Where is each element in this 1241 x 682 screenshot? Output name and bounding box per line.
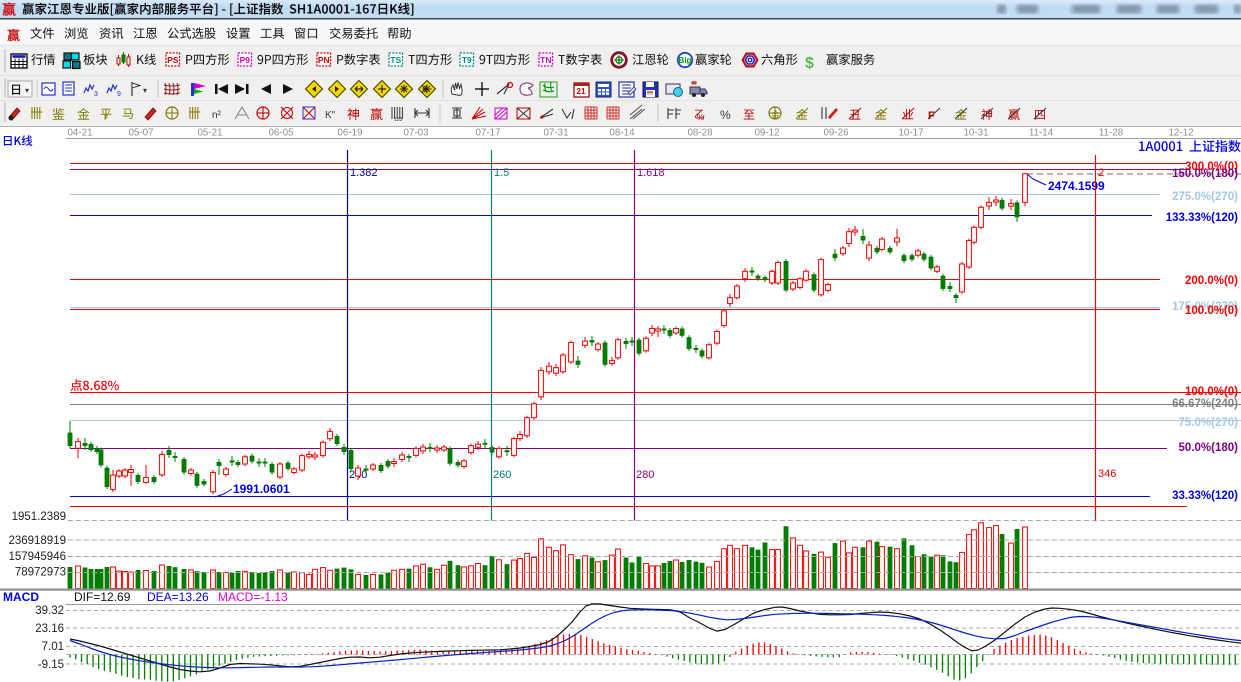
svg-text:Big: Big bbox=[679, 56, 692, 65]
svg-text:%: % bbox=[720, 108, 731, 122]
svg-text:150.0%(180): 150.0%(180) bbox=[1172, 168, 1238, 180]
svg-text:T9: T9 bbox=[462, 55, 472, 65]
svg-text:75.0%(270): 75.0%(270) bbox=[1179, 417, 1239, 429]
svg-text:236918919: 236918919 bbox=[8, 535, 66, 547]
svg-text:09-26: 09-26 bbox=[823, 128, 849, 139]
svg-text:TN: TN bbox=[540, 55, 551, 65]
svg-text:$: $ bbox=[805, 55, 814, 72]
svg-text:K": K" bbox=[325, 110, 336, 121]
svg-text:7.01: 7.01 bbox=[42, 641, 64, 653]
svg-text:100.0%(0): 100.0%(0) bbox=[1185, 305, 1238, 317]
svg-text:10-17: 10-17 bbox=[898, 128, 923, 139]
svg-text:07-03: 07-03 bbox=[403, 128, 429, 139]
svg-text:23.16: 23.16 bbox=[35, 623, 64, 635]
svg-text:PS: PS bbox=[167, 55, 179, 65]
svg-text:08-28: 08-28 bbox=[687, 128, 713, 139]
svg-text:100.0%(0): 100.0%(0) bbox=[1185, 386, 1238, 398]
svg-text:05-21: 05-21 bbox=[197, 128, 222, 139]
svg-text:157945946: 157945946 bbox=[8, 551, 66, 563]
svg-text:06-05: 06-05 bbox=[268, 128, 294, 139]
svg-text:F: F bbox=[104, 115, 108, 122]
svg-text:TS: TS bbox=[390, 55, 401, 65]
svg-text:09-12: 09-12 bbox=[754, 128, 779, 139]
svg-text:1.618: 1.618 bbox=[637, 167, 665, 179]
svg-text:05-07: 05-07 bbox=[128, 128, 153, 139]
svg-text:-9.15: -9.15 bbox=[38, 659, 64, 671]
svg-text:08-14: 08-14 bbox=[609, 128, 635, 139]
svg-text:MACD: MACD bbox=[3, 590, 39, 604]
svg-text:1.382: 1.382 bbox=[350, 167, 378, 179]
svg-text:12-12: 12-12 bbox=[1168, 128, 1193, 139]
svg-text:3: 3 bbox=[94, 91, 98, 98]
svg-text:n²: n² bbox=[212, 110, 222, 121]
svg-text:123: 123 bbox=[394, 117, 403, 123]
svg-text:07-31: 07-31 bbox=[543, 128, 568, 139]
svg-text:1951.2389: 1951.2389 bbox=[12, 511, 66, 523]
svg-text:▾: ▾ bbox=[143, 86, 147, 95]
svg-text:11-28: 11-28 bbox=[1099, 128, 1124, 139]
svg-text:1.5: 1.5 bbox=[494, 167, 509, 179]
svg-text:346: 346 bbox=[1098, 468, 1116, 480]
svg-text:11-14: 11-14 bbox=[1029, 128, 1054, 139]
svg-text:66.67%(240): 66.67%(240) bbox=[1172, 398, 1238, 410]
svg-text:P9: P9 bbox=[240, 55, 251, 65]
svg-text:33.33%(120): 33.33%(120) bbox=[1172, 490, 1238, 502]
svg-text:280: 280 bbox=[636, 469, 654, 481]
svg-text:2474.1599: 2474.1599 bbox=[1048, 179, 1105, 193]
svg-text:DIF=12.69: DIF=12.69 bbox=[74, 590, 131, 604]
svg-text:78972973: 78972973 bbox=[15, 567, 66, 579]
svg-text:▾: ▾ bbox=[25, 86, 29, 95]
svg-text:2: 2 bbox=[1098, 167, 1104, 179]
svg-text:MACD=-1.13: MACD=-1.13 bbox=[218, 590, 288, 604]
svg-text:21: 21 bbox=[577, 87, 586, 96]
svg-text:50.0%(180): 50.0%(180) bbox=[1179, 442, 1239, 454]
svg-text:PN: PN bbox=[318, 55, 330, 65]
svg-text:1991.0601: 1991.0601 bbox=[233, 482, 290, 496]
svg-text:275.0%(270): 275.0%(270) bbox=[1172, 191, 1238, 203]
svg-text:10-31: 10-31 bbox=[963, 128, 988, 139]
svg-text:04-21: 04-21 bbox=[67, 128, 92, 139]
svg-text:06-19: 06-19 bbox=[337, 128, 362, 139]
svg-text:9: 9 bbox=[117, 91, 121, 98]
svg-text:07-17: 07-17 bbox=[475, 128, 500, 139]
svg-text:DEA=13.26: DEA=13.26 bbox=[147, 590, 209, 604]
svg-text:39.32: 39.32 bbox=[35, 605, 64, 617]
svg-text:133.33%(120): 133.33%(120) bbox=[1166, 212, 1238, 224]
svg-text:200.0%(0): 200.0%(0) bbox=[1185, 275, 1238, 287]
svg-text:260: 260 bbox=[493, 469, 511, 481]
svg-text:%: % bbox=[697, 113, 704, 122]
